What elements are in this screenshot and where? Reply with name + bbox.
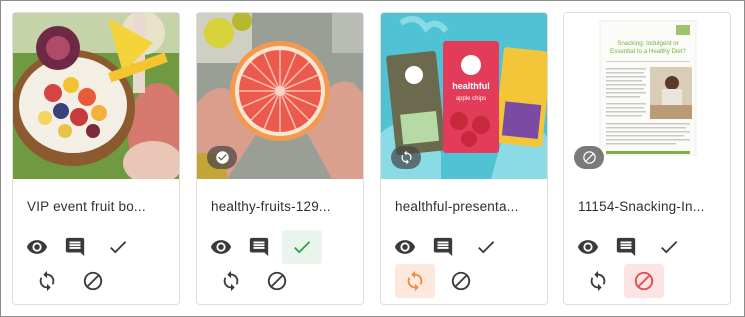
comments-button[interactable] xyxy=(55,230,95,264)
asset-thumbnail[interactable] xyxy=(13,13,179,179)
comment-icon xyxy=(433,237,453,257)
status-badge xyxy=(207,146,237,169)
asset-card[interactable]: healthful apple chips healthful-presenta… xyxy=(380,12,548,305)
asset-card[interactable]: VIP event fruit bo... xyxy=(12,12,180,305)
eye-icon xyxy=(26,240,48,254)
preview-button[interactable] xyxy=(201,230,241,264)
request-changes-button[interactable] xyxy=(578,264,618,298)
sync-icon xyxy=(223,270,239,292)
asset-thumbnail[interactable]: healthful apple chips xyxy=(381,13,547,179)
block-icon xyxy=(267,271,287,291)
sync-icon xyxy=(39,270,55,292)
comments-button[interactable] xyxy=(239,230,279,264)
document-title-line-2: Essential to a Healthy Diet? xyxy=(610,48,687,55)
status-badge xyxy=(391,146,421,169)
check-icon xyxy=(294,241,311,254)
comments-button[interactable] xyxy=(423,230,463,264)
eye-icon xyxy=(577,240,599,254)
check-icon xyxy=(110,241,127,254)
asset-grid: VIP event fruit bo... healthy-fruits-129… xyxy=(0,0,745,317)
sync-icon xyxy=(590,270,606,292)
asset-name: 11154-Snacking-In... xyxy=(578,199,705,214)
check-icon xyxy=(661,241,678,254)
sync-icon xyxy=(407,270,423,292)
reject-button[interactable] xyxy=(441,264,481,298)
approve-button[interactable] xyxy=(466,230,506,264)
reject-button[interactable] xyxy=(73,264,113,298)
asset-thumbnail[interactable] xyxy=(197,13,363,179)
eye-icon xyxy=(210,240,232,254)
asset-thumbnail[interactable]: Snacking: Indulgent or Essential to a He… xyxy=(564,13,730,179)
document-title-line-1: Snacking: Indulgent or xyxy=(617,40,679,47)
reject-button[interactable] xyxy=(624,264,664,298)
preview-button[interactable] xyxy=(385,230,425,264)
request-changes-button[interactable] xyxy=(395,264,435,298)
approve-button[interactable] xyxy=(98,230,138,264)
package-brand-text: healthful xyxy=(452,81,490,91)
status-badge xyxy=(574,146,604,169)
check-circle-icon xyxy=(215,151,229,164)
asset-card[interactable]: Snacking: Indulgent or Essential to a He… xyxy=(563,12,731,305)
asset-name: healthful-presenta... xyxy=(395,199,519,214)
request-changes-button[interactable] xyxy=(27,264,67,298)
comment-icon xyxy=(249,237,269,257)
approve-button[interactable] xyxy=(649,230,689,264)
block-icon xyxy=(451,271,471,291)
asset-name: VIP event fruit bo... xyxy=(27,199,146,214)
request-changes-button[interactable] xyxy=(211,264,251,298)
check-icon xyxy=(478,241,495,254)
eye-icon xyxy=(394,240,416,254)
approve-button[interactable] xyxy=(282,230,322,264)
comment-icon xyxy=(616,237,636,257)
preview-button[interactable] xyxy=(17,230,57,264)
comments-button[interactable] xyxy=(606,230,646,264)
asset-card[interactable]: healthy-fruits-129... xyxy=(196,12,364,305)
asset-name: healthy-fruits-129... xyxy=(211,199,331,214)
fruit-bowl-photo xyxy=(13,13,179,179)
preview-button[interactable] xyxy=(568,230,608,264)
comment-icon xyxy=(65,237,85,257)
block-icon xyxy=(83,271,103,291)
sync-icon xyxy=(401,150,411,165)
reject-button[interactable] xyxy=(257,264,297,298)
block-icon xyxy=(582,151,596,164)
package-flavor-text: apple chips xyxy=(456,96,486,102)
block-icon xyxy=(634,271,654,291)
